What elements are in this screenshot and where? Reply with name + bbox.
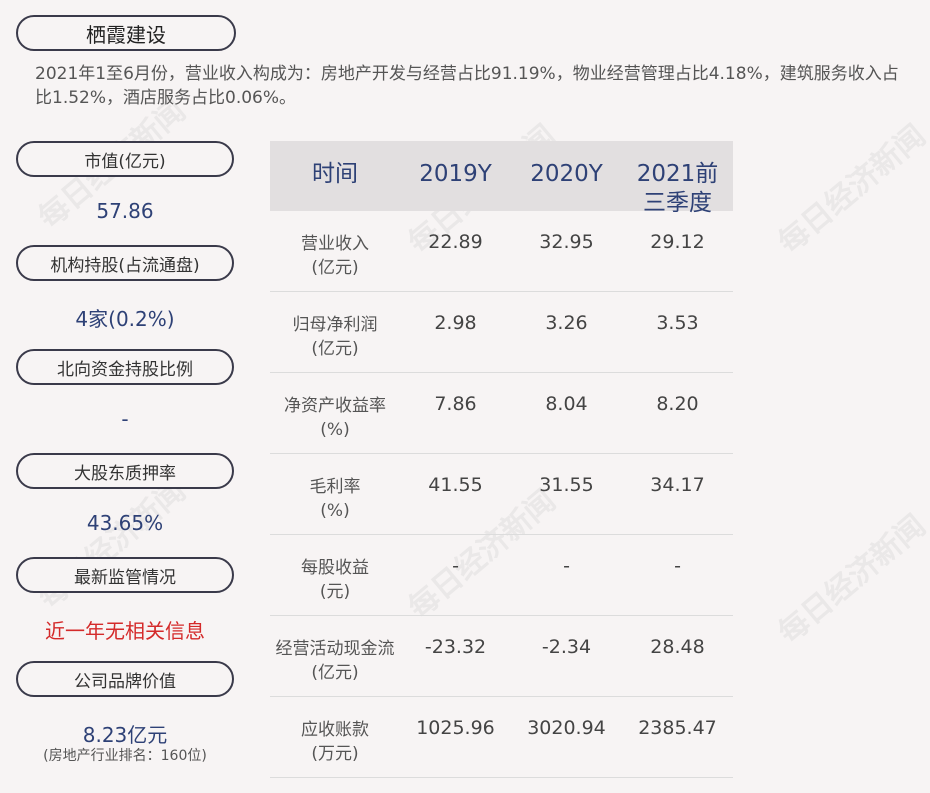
metric-value-regulation: 近一年无相关信息 [45, 619, 205, 643]
row-label: 净资产收益率 (%) [284, 396, 386, 440]
row-label: 营业收入 (亿元) [301, 234, 369, 278]
financial-table: 时间 2019Y 2020Y 2021前三季度 营业收入 (亿元) 22.89 32… [270, 141, 733, 778]
row-value: - [563, 555, 570, 577]
row-value: 3.53 [656, 312, 699, 334]
row-label: 归母净利润 (亿元) [292, 315, 378, 359]
table-row: 每股收益 (元) - - - [270, 535, 733, 616]
row-value: 34.17 [650, 474, 705, 496]
metric-value-institutional-holding: 4家(0.2%) [75, 307, 175, 331]
metric-value-pledge-rate: 43.65% [86, 511, 164, 535]
row-value: 32.95 [539, 231, 594, 253]
row-value: - [674, 555, 681, 577]
row-value: 7.86 [434, 393, 477, 415]
row-value: 8.04 [545, 393, 588, 415]
metric-value-market-cap: 57.86 [96, 199, 154, 223]
metric-value-brand-value: 8.23亿元 [82, 723, 168, 747]
row-label: 每股收益 (元) [301, 558, 369, 602]
row-value: 3020.94 [527, 717, 606, 739]
table-header: 时间 2019Y 2020Y 2021前三季度 [270, 141, 733, 216]
revenue-description: 2021年1至6月份，营业收入构成为：房地产开发与经营占比91.19%，物业经营… [35, 64, 899, 108]
row-value: 3.26 [545, 312, 588, 334]
table-row: 营业收入 (亿元) 22.89 32.95 29.12 [270, 211, 733, 292]
row-value: 31.55 [539, 474, 594, 496]
row-value: 2385.47 [638, 717, 717, 739]
row-value: 2.98 [434, 312, 477, 334]
header-2021q3: 2021前三季度 [636, 161, 719, 216]
company-name: 栖霞建设 [16, 15, 236, 51]
row-value: - [452, 555, 459, 577]
metric-label-northbound-holding: 北向资金持股比例 [16, 349, 234, 385]
metric-label-market-cap: 市值(亿元) [16, 141, 234, 177]
row-value: 29.12 [650, 231, 705, 253]
watermark: 每日经济新闻 [32, 473, 193, 616]
table-row: 经营活动现金流 (亿元) -23.32 -2.34 28.48 [270, 616, 733, 697]
row-label: 应收账款 (万元) [301, 720, 369, 764]
row-label: 毛利率 (%) [309, 477, 361, 521]
row-value: 22.89 [428, 231, 483, 253]
row-value: 41.55 [428, 474, 483, 496]
row-value: -23.32 [424, 636, 487, 658]
metric-label-brand-value: 公司品牌价值 [16, 661, 234, 697]
table-row: 净资产收益率 (%) 7.86 8.04 8.20 [270, 373, 733, 454]
row-label: 经营活动现金流 (亿元) [275, 639, 395, 683]
header-time: 时间 [312, 161, 358, 187]
metric-value-northbound-holding: - [121, 407, 129, 431]
header-2020: 2020Y [530, 161, 603, 187]
table-row: 毛利率 (%) 41.55 31.55 34.17 [270, 454, 733, 535]
row-value: 28.48 [650, 636, 705, 658]
metric-label-institutional-holding: 机构持股(占流通盘) [16, 245, 234, 281]
row-value: -2.34 [541, 636, 592, 658]
watermark: 每日经济新闻 [772, 118, 930, 261]
metric-label-regulation: 最新监管情况 [16, 557, 234, 593]
header-2019: 2019Y [419, 161, 492, 187]
row-value: 1025.96 [416, 717, 495, 739]
metric-sub-brand-rank: (房地产行业排名：160位) [43, 748, 207, 764]
table-row: 应收账款 (万元) 1025.96 3020.94 2385.47 [270, 697, 733, 778]
table-row: 归母净利润 (亿元) 2.98 3.26 3.53 [270, 292, 733, 373]
metric-label-pledge-rate: 大股东质押率 [16, 453, 234, 489]
watermark: 每日经济新闻 [772, 508, 930, 651]
row-value: 8.20 [656, 393, 699, 415]
